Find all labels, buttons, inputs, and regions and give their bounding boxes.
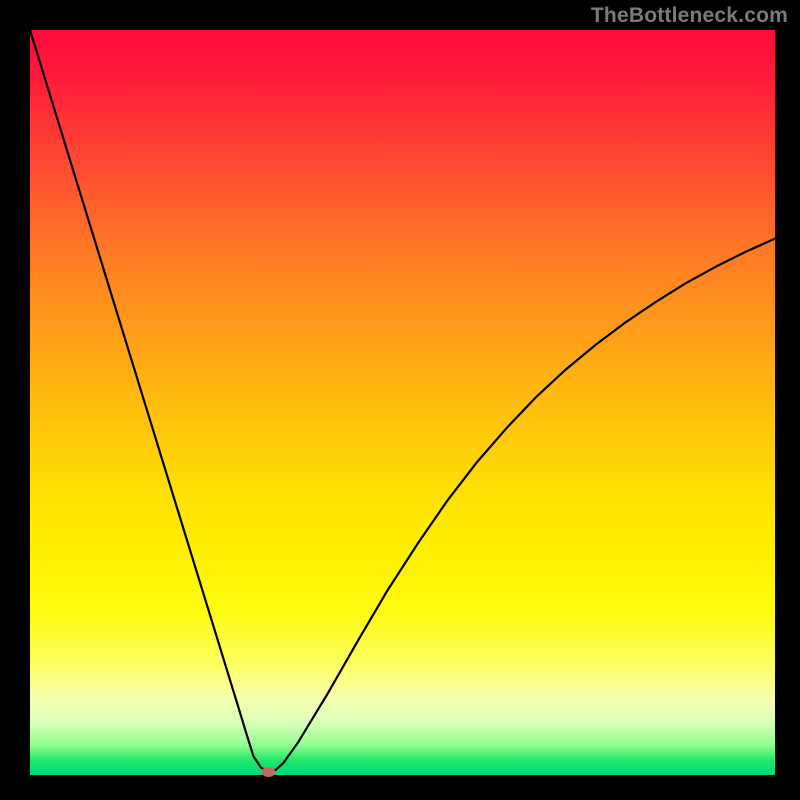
bottleneck-curve xyxy=(30,30,775,772)
optimal-point-marker xyxy=(261,767,275,777)
attribution-label: TheBottleneck.com xyxy=(591,4,788,28)
chart-frame: TheBottleneck.com xyxy=(0,0,800,800)
plot-area xyxy=(30,30,775,775)
chart-svg xyxy=(30,30,775,775)
